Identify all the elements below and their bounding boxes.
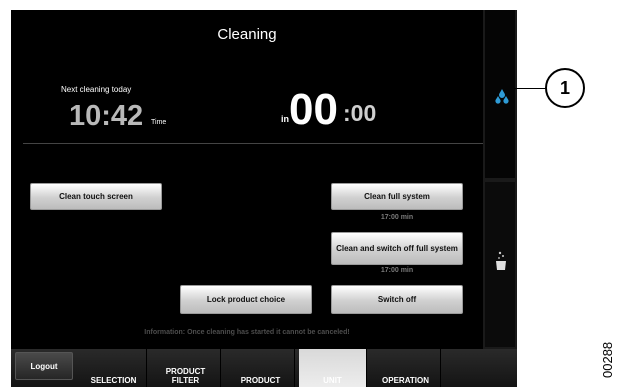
clean-and-switch-off-button[interactable]: Clean and switch off full system [331,232,463,265]
side-panel-top[interactable] [485,10,515,178]
lock-product-choice-button[interactable]: Lock product choice [180,285,312,314]
clean-full-system-duration: 17:00 min [380,214,414,221]
time-suffix-label: Time [151,119,167,126]
bottom-navigation: Logout SELECTION PRODUCT FILTER PRODUCT … [11,349,517,387]
page-title: Cleaning [217,26,277,43]
countdown-minutes: 00 [289,85,338,134]
callout-leader-line [514,88,546,89]
cleaning-screen: Cleaning Next cleaning today 10:42 Time … [11,10,517,387]
clean-touch-screen-button[interactable]: Clean touch screen [30,183,162,210]
countdown-seconds: :00 [343,100,377,126]
tab-selection[interactable]: SELECTION [81,349,147,387]
cup-icon [496,251,506,270]
side-panel [483,10,517,349]
logout-button[interactable]: Logout [15,352,73,380]
tab-unit[interactable]: UNIT [299,349,367,387]
figure-id: 00288 [600,341,615,378]
next-cleaning-label: Next cleaning today [61,85,132,94]
tab-product-filter[interactable]: PRODUCT FILTER [151,349,221,387]
water-drops-icon [495,89,509,104]
information-text: Information: Once cleaning has started i… [144,329,350,336]
countdown-in-label: in [281,114,289,124]
side-panel-bottom[interactable] [485,182,515,347]
tab-operation[interactable]: OPERATION [371,349,441,387]
switch-off-button[interactable]: Switch off [331,285,463,314]
callout-marker: 1 [545,68,585,108]
clean-full-system-button[interactable]: Clean full system [331,183,463,210]
clean-and-switch-off-duration: 17:00 min [380,267,414,274]
tab-product[interactable]: PRODUCT [227,349,295,387]
divider [23,143,483,144]
next-cleaning-time: 10:42 [69,100,144,132]
